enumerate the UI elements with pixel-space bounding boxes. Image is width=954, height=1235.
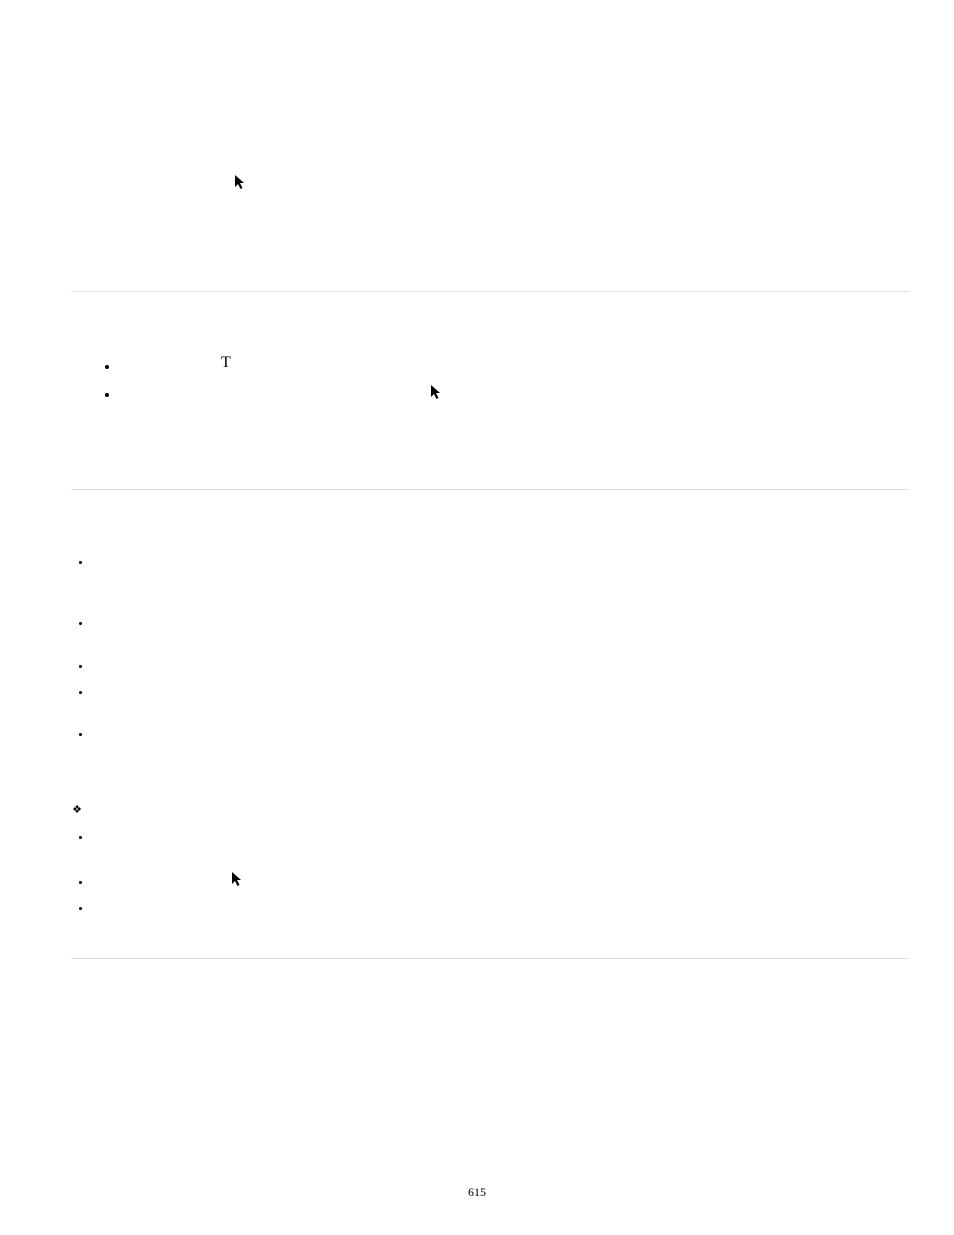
bullet-dot [79,622,82,625]
bullet-dot [79,665,82,668]
bullet-dot [79,561,82,564]
bullet-dot [79,836,82,839]
letter-t-glyph: T [221,355,231,371]
separator-line [71,958,909,959]
bullet-dot [79,733,82,736]
cursor-icon [234,174,246,190]
diamond-bullet-icon: ❖ [72,805,82,815]
cursor-icon [430,384,442,400]
bullet-dot [79,907,82,910]
separator-line [71,489,909,490]
document-page: T ❖ 615 [0,0,954,1235]
bullet-dot [105,393,109,397]
page-number: 615 [0,1185,954,1200]
bullet-dot [79,691,82,694]
bullet-dot [79,881,82,884]
bullet-dot [105,365,109,369]
separator-line [71,291,909,292]
cursor-icon [231,871,243,887]
